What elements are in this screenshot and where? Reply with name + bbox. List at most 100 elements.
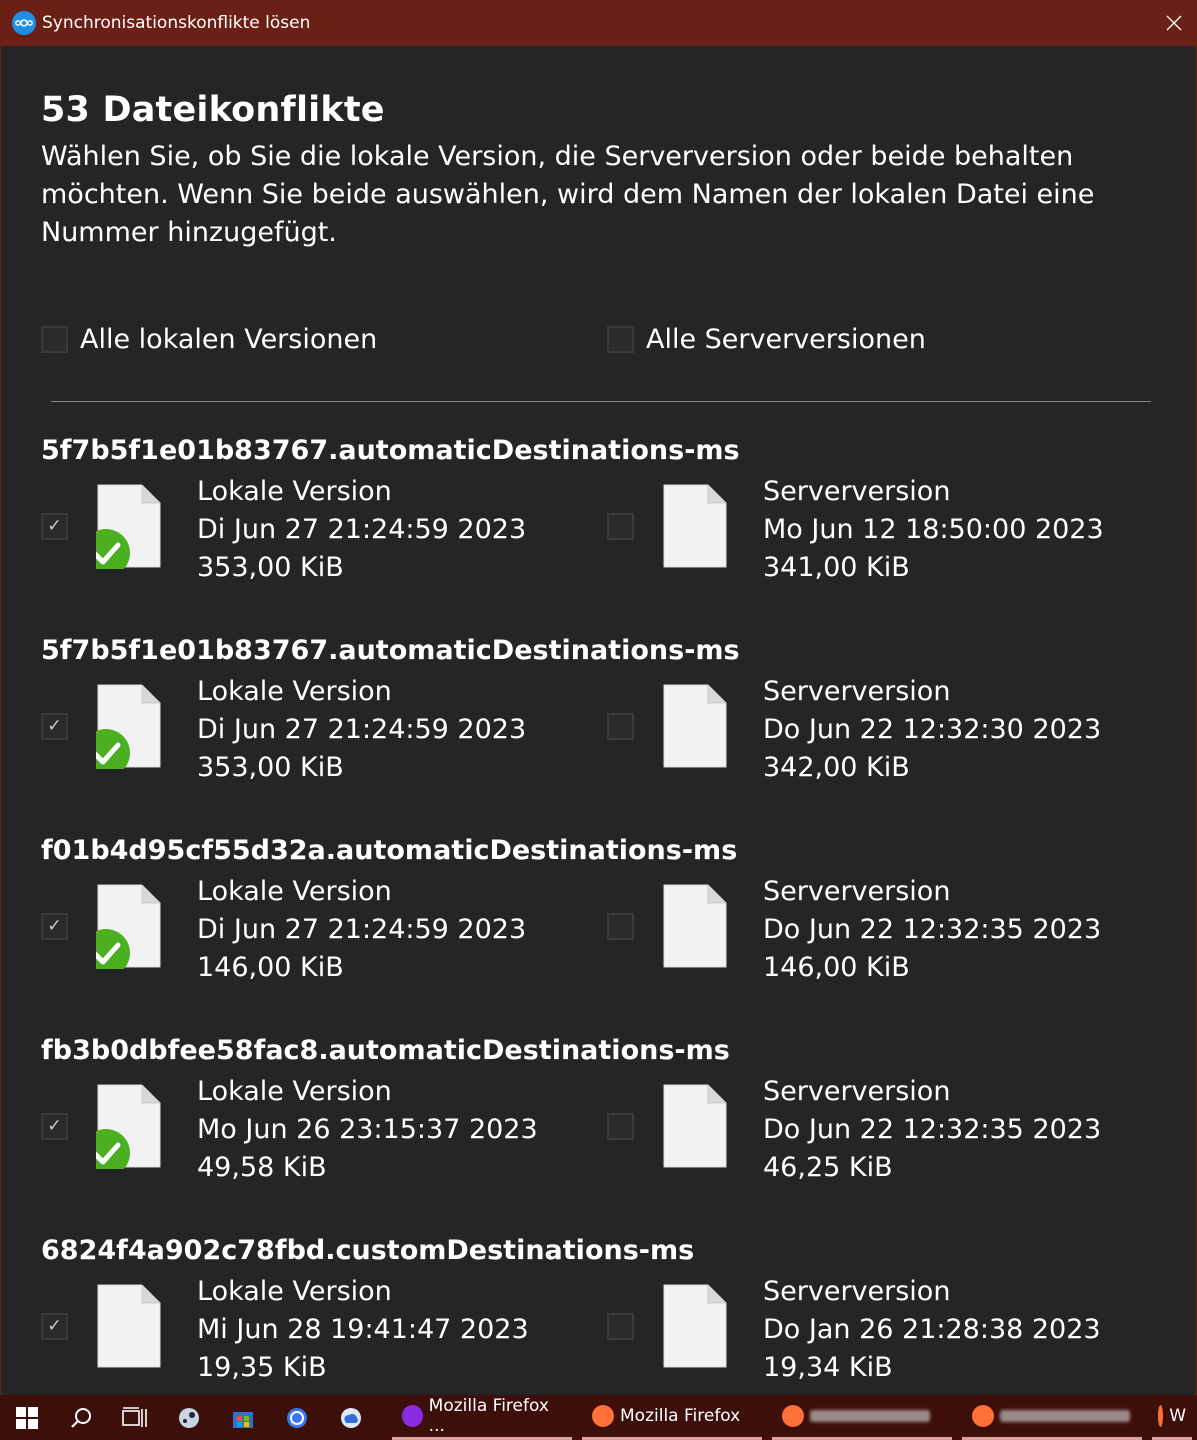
server-version-size: 342,00 KiB — [763, 752, 910, 783]
local-version-size: 19,35 KiB — [197, 1352, 327, 1383]
file-synced-icon — [96, 684, 161, 769]
check-icon: ✓ — [47, 716, 62, 736]
check-icon: ✓ — [47, 516, 62, 536]
local-version-checkbox[interactable]: ✓ — [41, 913, 68, 940]
local-version-date: Di Jun 27 21:24:59 2023 — [197, 514, 527, 545]
file-icon — [663, 1284, 727, 1368]
select-all-server-checkbox[interactable] — [607, 326, 634, 353]
windows-start-icon[interactable] — [0, 1395, 54, 1440]
server-version-checkbox[interactable] — [607, 713, 634, 740]
cloud-app-icon[interactable] — [324, 1395, 378, 1440]
server-version-checkbox[interactable] — [607, 1113, 634, 1140]
select-all-server-label[interactable]: Alle Serverversionen — [646, 324, 926, 355]
local-version-date: Di Jun 27 21:24:59 2023 — [197, 914, 527, 945]
server-version-size: 341,00 KiB — [763, 552, 910, 583]
firefox-icon — [782, 1405, 804, 1427]
local-version-size: 353,00 KiB — [197, 552, 344, 583]
local-version-date: Mi Jun 28 19:41:47 2023 — [197, 1314, 529, 1345]
local-version-meta: Lokale Version Mo Jun 26 23:15:37 2023 4… — [197, 1073, 538, 1187]
server-version[interactable]: Serverversion Do Jan 26 21:28:38 2023 19… — [607, 1273, 1167, 1393]
signal-icon[interactable] — [270, 1395, 324, 1440]
file-icon — [663, 884, 727, 968]
select-all-local[interactable]: Alle lokalen Versionen — [41, 324, 377, 355]
dialog-content: 53 Dateikonflikte Wählen Sie, ob Sie die… — [0, 46, 1197, 1395]
local-version[interactable]: ✓ Lokale Version Di Jun 27 21:24:59 2023… — [41, 473, 561, 593]
conflict-filename: 5f7b5f1e01b83767.automaticDestinations-m… — [41, 635, 740, 666]
page-title: 53 Dateikonflikte — [41, 90, 385, 130]
server-version-checkbox[interactable] — [607, 513, 634, 540]
taskbar-app-firefox[interactable]: Mozilla Firefox — [582, 1395, 762, 1440]
local-version-label: Lokale Version — [197, 876, 392, 907]
server-version-meta: Serverversion Do Jun 22 12:32:35 2023 14… — [763, 873, 1101, 987]
local-version[interactable]: ✓ Lokale Version Di Jun 27 21:24:59 2023… — [41, 873, 561, 993]
server-version[interactable]: Serverversion Do Jun 22 12:32:35 2023 14… — [607, 873, 1167, 993]
file-icon — [97, 1284, 161, 1368]
taskbar-app-firefox-blurred-2[interactable] — [962, 1395, 1142, 1440]
server-version-date: Mo Jun 12 18:50:00 2023 — [763, 514, 1104, 545]
taskbar-app-firefox-partial[interactable]: W — [1152, 1395, 1192, 1440]
select-all-server[interactable]: Alle Serverversionen — [607, 324, 926, 355]
server-version-label: Serverversion — [763, 876, 951, 907]
taskbar-app-label: Mozilla Firefox — [620, 1406, 741, 1426]
server-version-meta: Serverversion Mo Jun 12 18:50:00 2023 34… — [763, 473, 1104, 587]
server-version-checkbox[interactable] — [607, 913, 634, 940]
firefox-icon — [972, 1405, 994, 1427]
server-version-size: 146,00 KiB — [763, 952, 910, 983]
server-version-meta: Serverversion Do Jan 26 21:28:38 2023 19… — [763, 1273, 1101, 1387]
nextcloud-logo-icon — [12, 11, 36, 35]
conflict-item: f01b4d95cf55d32a.automaticDestinations-m… — [0, 835, 1197, 1035]
close-button[interactable] — [1151, 0, 1197, 46]
server-version-label: Serverversion — [763, 1276, 951, 1307]
server-version[interactable]: Serverversion Mo Jun 12 18:50:00 2023 34… — [607, 473, 1167, 593]
local-version-checkbox[interactable]: ✓ — [41, 513, 68, 540]
local-version[interactable]: ✓ Lokale Version Mo Jun 26 23:15:37 2023… — [41, 1073, 561, 1193]
local-version-meta: Lokale Version Di Jun 27 21:24:59 2023 3… — [197, 673, 526, 787]
close-icon — [1166, 15, 1182, 31]
server-version-size: 19,34 KiB — [763, 1352, 893, 1383]
file-icon — [663, 484, 727, 568]
file-icon — [663, 684, 727, 768]
window-titlebar: Synchronisationskonflikte lösen — [0, 0, 1197, 46]
local-version-checkbox[interactable]: ✓ — [41, 1313, 68, 1340]
taskbar-app-label: Mozilla Firefox ... — [428, 1396, 549, 1436]
steam-icon[interactable] — [162, 1395, 216, 1440]
blurred-label — [1000, 1410, 1130, 1422]
file-synced-icon — [96, 1084, 161, 1169]
conflict-item: 5f7b5f1e01b83767.automaticDestinations-m… — [0, 635, 1197, 835]
conflict-filename: 6824f4a902c78fbd.customDestinations-ms — [41, 1235, 695, 1266]
server-version-label: Serverversion — [763, 476, 951, 507]
taskbar-app-firefox-private[interactable]: Mozilla Firefox ... — [392, 1395, 572, 1440]
server-version[interactable]: Serverversion Do Jun 22 12:32:30 2023 34… — [607, 673, 1167, 793]
local-version-label: Lokale Version — [197, 476, 392, 507]
search-icon[interactable] — [54, 1395, 108, 1440]
conflict-filename: 5f7b5f1e01b83767.automaticDestinations-m… — [41, 435, 740, 466]
local-version-date: Di Jun 27 21:24:59 2023 — [197, 714, 527, 745]
server-version[interactable]: Serverversion Do Jun 22 12:32:35 2023 46… — [607, 1073, 1167, 1193]
taskbar-app-label: W — [1169, 1406, 1186, 1426]
blurred-label — [810, 1410, 930, 1422]
file-icon — [663, 1084, 727, 1168]
local-version-label: Lokale Version — [197, 1076, 392, 1107]
server-version-date: Do Jun 22 12:32:30 2023 — [763, 714, 1102, 745]
firefox-icon — [1158, 1405, 1164, 1427]
server-version-date: Do Jun 22 12:32:35 2023 — [763, 914, 1102, 945]
select-all-local-label[interactable]: Alle lokalen Versionen — [80, 324, 377, 355]
server-version-meta: Serverversion Do Jun 22 12:32:30 2023 34… — [763, 673, 1101, 787]
server-version-checkbox[interactable] — [607, 1313, 634, 1340]
local-version-date: Mo Jun 26 23:15:37 2023 — [197, 1114, 538, 1145]
conflict-filename: fb3b0dbfee58fac8.automaticDestinations-m… — [41, 1035, 730, 1066]
local-version[interactable]: ✓ Lokale Version Mi Jun 28 19:41:47 2023… — [41, 1273, 561, 1393]
conflict-filename: f01b4d95cf55d32a.automaticDestinations-m… — [41, 835, 738, 866]
local-version[interactable]: ✓ Lokale Version Di Jun 27 21:24:59 2023… — [41, 673, 561, 793]
file-synced-icon — [96, 484, 161, 569]
local-version-checkbox[interactable]: ✓ — [41, 1113, 68, 1140]
file-synced-icon — [96, 884, 161, 969]
check-icon: ✓ — [47, 1116, 62, 1136]
taskbar-app-firefox-blurred[interactable] — [772, 1395, 952, 1440]
local-version-meta: Lokale Version Di Jun 27 21:24:59 2023 1… — [197, 873, 526, 987]
store-icon[interactable] — [216, 1395, 270, 1440]
conflict-item: 5f7b5f1e01b83767.automaticDestinations-m… — [0, 435, 1197, 635]
local-version-checkbox[interactable]: ✓ — [41, 713, 68, 740]
select-all-local-checkbox[interactable] — [41, 326, 68, 353]
task-view-icon[interactable] — [108, 1395, 162, 1440]
